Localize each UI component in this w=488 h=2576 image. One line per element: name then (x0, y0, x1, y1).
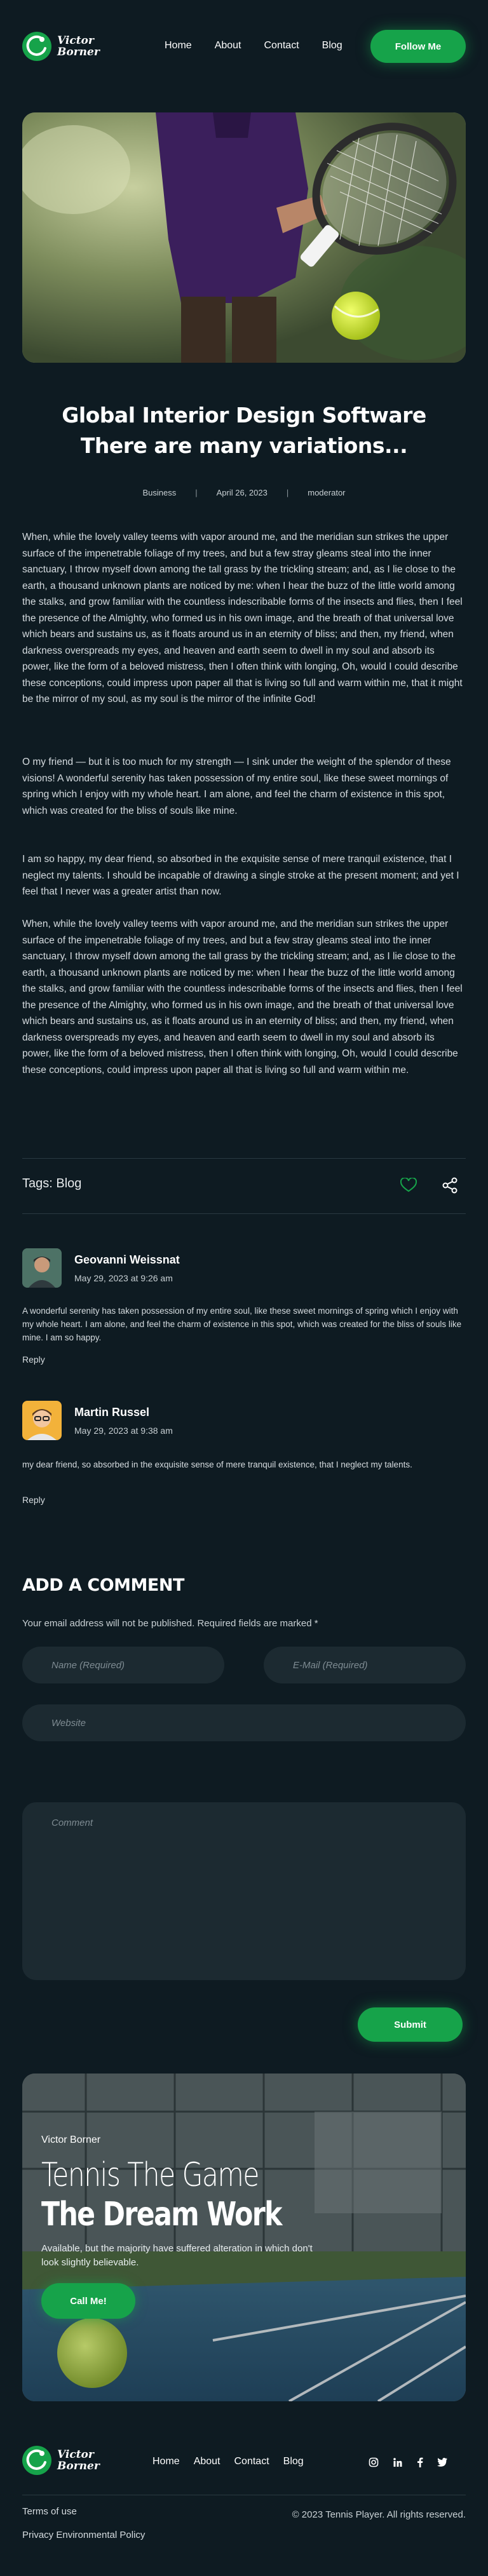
logo-line-2: Borner (57, 2460, 100, 2472)
name-field[interactable]: Name (Required) (22, 1647, 224, 1683)
footer-nav-blog[interactable]: Blog (283, 2456, 304, 2467)
heart-icon[interactable] (400, 1177, 417, 1196)
nav-blog[interactable]: Blog (322, 40, 342, 51)
post-paragraph-1: When, while the lovely valley teems with… (22, 532, 463, 705)
avatar (22, 1248, 62, 1288)
reply-link[interactable]: Reply (22, 1354, 45, 1365)
post-category[interactable]: Business (142, 488, 176, 497)
footer-nav-contact[interactable]: Contact (234, 2456, 269, 2467)
call-me-button[interactable]: Call Me! (41, 2283, 135, 2319)
post-title: Global Interior Design Software There ar… (62, 403, 426, 458)
logo-text: Victor Borner (57, 2449, 100, 2472)
twitter-icon[interactable] (437, 2458, 447, 2470)
footer-nav-about[interactable]: About (194, 2456, 220, 2467)
post-hero-image (22, 112, 466, 363)
share-icon[interactable] (442, 1177, 458, 1197)
avatar (22, 1401, 62, 1440)
submit-button[interactable]: Submit (358, 2007, 463, 2042)
comment-date: May 29, 2023 at 9:38 am (74, 1426, 173, 1436)
logo-icon (22, 32, 51, 61)
add-comment-heading: ADD A COMMENT (22, 1575, 184, 1595)
logo-line-2: Borner (57, 46, 100, 58)
comment-item: Martin Russel May 29, 2023 at 9:38 am my… (22, 1401, 466, 1509)
divider (22, 1158, 466, 1159)
post-tags[interactable]: Tags: Blog (22, 1177, 81, 1191)
linkedin-icon[interactable] (393, 2457, 403, 2471)
comment-date: May 29, 2023 at 9:26 am (74, 1273, 173, 1283)
comment-text: my dear friend, so absorbed in the exqui… (22, 1460, 412, 1469)
website-field[interactable]: Website (22, 1704, 466, 1741)
logo-line-1: Victor (57, 2448, 94, 2461)
post-paragraph-3: I am so happy, my dear friend, so absorb… (22, 854, 459, 897)
logo-line-1: Victor (57, 34, 94, 47)
comment-text: A wonderful serenity has taken possessio… (22, 1306, 462, 1342)
meta-separator: | (286, 488, 289, 497)
promo-background-image (22, 2074, 466, 2401)
logo-text: Victor Borner (57, 35, 100, 58)
comment-textarea[interactable]: Comment (22, 1802, 466, 1980)
footer-nav-home[interactable]: Home (152, 2456, 180, 2467)
facebook-icon[interactable] (417, 2457, 423, 2471)
main-nav: Home About Contact Blog (165, 40, 365, 51)
footer-nav: Home About Contact Blog (152, 2456, 318, 2467)
meta-separator: | (195, 488, 198, 497)
promo-description: Available, but the majority have suffere… (41, 2243, 313, 2268)
promo-banner: Victor Borner Tennis The Game The Dream … (22, 2074, 466, 2401)
promo-title-line-2: The Dream Work (41, 2195, 282, 2234)
comment-item: Geovanni Weissnat May 29, 2023 at 9:26 a… (22, 1248, 466, 1369)
nav-about[interactable]: About (215, 40, 241, 51)
site-logo[interactable]: Victor Borner (22, 32, 100, 61)
privacy-link[interactable]: Privacy Environmental Policy (22, 2530, 145, 2540)
post-paragraph-2: O my friend — but it is too much for my … (22, 757, 451, 816)
required-note: Your email address will not be published… (22, 1618, 318, 1629)
post-date[interactable]: April 26, 2023 (217, 488, 268, 497)
post-meta: Business | April 26, 2023 | moderator (0, 488, 488, 497)
logo-icon (22, 2446, 51, 2475)
post-author[interactable]: moderator (308, 488, 345, 497)
instagram-icon[interactable] (369, 2457, 379, 2471)
post-actions (400, 1177, 458, 1197)
comment-author: Martin Russel (74, 1406, 150, 1419)
copyright: © 2023 Tennis Player. All rights reserve… (292, 2509, 466, 2520)
social-links (369, 2457, 447, 2471)
follow-me-button[interactable]: Follow Me (370, 30, 466, 63)
nav-contact[interactable]: Contact (264, 40, 299, 51)
promo-title-line-1: Tennis The Game (41, 2156, 260, 2194)
post-paragraph-4: When, while the lovely valley teems with… (22, 919, 463, 1076)
comment-author: Geovanni Weissnat (74, 1253, 180, 1266)
nav-home[interactable]: Home (165, 40, 192, 51)
divider (22, 1213, 466, 1214)
promo-subtitle: Victor Borner (41, 2134, 101, 2145)
reply-link[interactable]: Reply (22, 1495, 45, 1505)
footer-logo[interactable]: Victor Borner (22, 2446, 100, 2475)
email-field[interactable]: E-Mail (Required) (264, 1647, 466, 1683)
site-header: Victor Borner Home About Contact Blog Fo… (0, 0, 488, 94)
terms-link[interactable]: Terms of use (22, 2506, 77, 2517)
